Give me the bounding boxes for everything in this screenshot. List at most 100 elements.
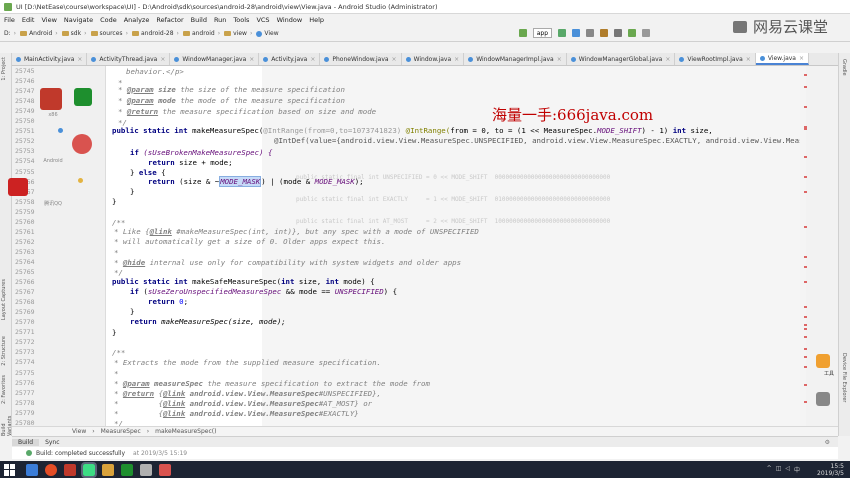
- menu-file[interactable]: File: [4, 16, 15, 24]
- error-stripe-mark[interactable]: [804, 336, 807, 338]
- folder-icon[interactable]: [102, 463, 114, 476]
- tab-windowmanager[interactable]: WindowManager.java ×: [170, 53, 260, 65]
- file-explorer-icon[interactable]: [26, 463, 38, 476]
- menu-run[interactable]: Run: [214, 16, 226, 24]
- breadcrumb-android[interactable]: Android ›: [20, 30, 58, 37]
- error-stripe-mark[interactable]: [804, 156, 807, 158]
- ime-icon[interactable]: 中: [794, 465, 800, 474]
- error-stripe-mark[interactable]: [804, 306, 807, 308]
- run-icon[interactable]: [558, 29, 566, 37]
- error-stripe-mark[interactable]: [804, 176, 807, 178]
- error-stripe-mark[interactable]: [804, 324, 807, 326]
- error-stripe-mark[interactable]: [804, 74, 807, 76]
- sync-icon[interactable]: [600, 29, 608, 37]
- override-marker-icon[interactable]: [58, 128, 63, 133]
- app-icon[interactable]: [140, 463, 152, 476]
- chrome-icon[interactable]: [45, 463, 57, 476]
- close-icon[interactable]: ×: [799, 55, 804, 62]
- tool-tab-project[interactable]: 1: Project: [1, 57, 7, 81]
- error-stripe-mark[interactable]: [804, 128, 807, 130]
- tab-build[interactable]: Build: [12, 438, 40, 446]
- error-stripe-mark[interactable]: [804, 328, 807, 330]
- close-icon[interactable]: ×: [557, 56, 562, 63]
- tab-windowmanagerglobal[interactable]: WindowManagerGlobal.java ×: [567, 53, 676, 65]
- build-result-row[interactable]: Build: completed successfully at 2019/3/…: [12, 447, 838, 459]
- close-icon[interactable]: ×: [160, 56, 165, 63]
- tab-activity[interactable]: Activity.java ×: [259, 53, 321, 65]
- crumb-view[interactable]: View: [72, 428, 86, 435]
- error-stripe-mark[interactable]: [804, 86, 807, 88]
- error-stripe-mark[interactable]: [804, 256, 807, 258]
- close-icon[interactable]: ×: [392, 56, 397, 63]
- menu-analyze[interactable]: Analyze: [124, 16, 150, 24]
- tab-activitythread[interactable]: ActivityThread.java ×: [87, 53, 171, 65]
- sdk-manager-icon[interactable]: [628, 29, 636, 37]
- error-stripe-mark[interactable]: [804, 106, 807, 108]
- menu-view[interactable]: View: [41, 16, 56, 24]
- menu-edit[interactable]: Edit: [22, 16, 35, 24]
- debug-icon[interactable]: [572, 29, 580, 37]
- error-stripe-mark[interactable]: [804, 266, 807, 268]
- breadcrumb-android-pkg[interactable]: android ›: [182, 30, 220, 37]
- powerpoint-icon[interactable]: [64, 463, 76, 476]
- breadcrumb-view-pkg[interactable]: view ›: [224, 30, 252, 37]
- error-stripe-mark[interactable]: [804, 356, 807, 358]
- tab-mainactivity[interactable]: MainActivity.java ×: [12, 53, 88, 65]
- close-icon[interactable]: ×: [746, 56, 751, 63]
- tab-viewrootimpl[interactable]: ViewRootImpl.java ×: [675, 53, 756, 65]
- breadcrumb-android-28[interactable]: android-28 ›: [131, 30, 179, 37]
- tab-view[interactable]: View.java ×: [755, 53, 810, 65]
- menu-window[interactable]: Window: [277, 16, 303, 24]
- chevron-up-icon[interactable]: ^: [767, 465, 772, 474]
- error-stripe[interactable]: [804, 66, 807, 426]
- hammer-icon[interactable]: [518, 29, 527, 37]
- breadcrumb-sdk[interactable]: sdk ›: [61, 30, 87, 37]
- close-icon[interactable]: ×: [454, 56, 459, 63]
- menu-vcs[interactable]: VCS: [256, 16, 269, 24]
- app-icon[interactable]: [121, 463, 133, 476]
- tool-tab-device-file-explorer[interactable]: Device File Explorer: [841, 353, 847, 402]
- breadcrumb-view-class[interactable]: View: [256, 30, 279, 37]
- close-icon[interactable]: ×: [77, 56, 82, 63]
- tab-sync[interactable]: Sync: [39, 439, 65, 446]
- gear-icon[interactable]: ⚙: [825, 439, 830, 446]
- error-stripe-mark[interactable]: [804, 348, 807, 350]
- menu-help[interactable]: Help: [309, 16, 324, 24]
- error-stripe-mark[interactable]: [804, 191, 807, 193]
- menu-refactor[interactable]: Refactor: [156, 16, 183, 24]
- close-icon[interactable]: ×: [665, 56, 670, 63]
- volume-icon[interactable]: ◁: [785, 465, 790, 474]
- crumb-makemeasurespec[interactable]: makeMeasureSpec(): [155, 428, 216, 435]
- error-stripe-mark[interactable]: [804, 384, 807, 386]
- close-icon[interactable]: ×: [249, 56, 254, 63]
- profile-icon[interactable]: [586, 29, 594, 37]
- menu-tools[interactable]: Tools: [233, 16, 249, 24]
- lightbulb-icon[interactable]: [78, 178, 83, 183]
- android-studio-icon[interactable]: [81, 461, 97, 478]
- tab-window[interactable]: Window.java ×: [402, 53, 465, 65]
- menu-navigate[interactable]: Navigate: [64, 16, 93, 24]
- breadcrumb-sources[interactable]: sources ›: [90, 30, 128, 37]
- selected-text[interactable]: MODE_MASK: [219, 176, 262, 187]
- error-stripe-mark[interactable]: [804, 281, 807, 283]
- error-stripe-mark[interactable]: [804, 226, 807, 228]
- tool-tab-gradle[interactable]: Gradle: [841, 59, 847, 76]
- windows-start-icon[interactable]: [4, 463, 16, 476]
- tab-windowmanagerimpl[interactable]: WindowManagerImpl.java ×: [464, 53, 567, 65]
- crumb-measurespec[interactable]: MeasureSpec: [101, 428, 141, 435]
- breadcrumb-drive[interactable]: D: ›: [4, 30, 16, 37]
- close-icon[interactable]: ×: [310, 56, 315, 63]
- error-stripe-mark[interactable]: [804, 401, 807, 403]
- tool-tab-layout-captures[interactable]: Layout Captures: [1, 279, 7, 320]
- avd-manager-icon[interactable]: [614, 29, 622, 37]
- run-config-select[interactable]: app: [532, 28, 552, 38]
- app-icon[interactable]: [159, 463, 171, 476]
- tab-phonewindow[interactable]: PhoneWindow.java ×: [320, 53, 402, 65]
- menu-code[interactable]: Code: [100, 16, 117, 24]
- network-icon[interactable]: ◫: [776, 465, 782, 474]
- search-icon[interactable]: [642, 29, 650, 37]
- tool-tab-structure[interactable]: 2: Structure: [1, 336, 7, 366]
- clock[interactable]: 15:5 2019/3/5: [817, 463, 844, 477]
- menu-build[interactable]: Build: [191, 16, 207, 24]
- error-stripe-mark[interactable]: [804, 366, 807, 368]
